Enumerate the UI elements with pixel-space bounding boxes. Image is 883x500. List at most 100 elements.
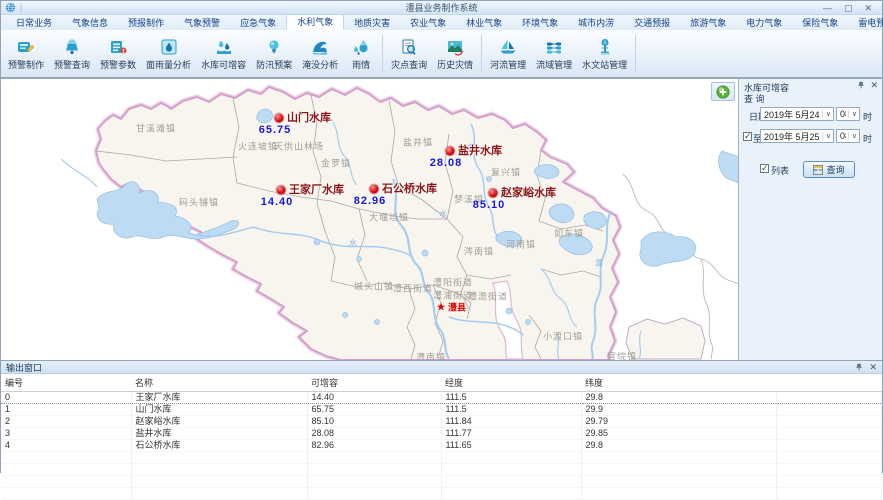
- map-viewport[interactable]: 甘溪滩镇码头铺镇火连坡镇天供山林场金罗镇盐井镇复兴镇梦溪镇大堰垱镇涔南镇城头山镇…: [1, 79, 739, 360]
- table-row[interactable]: 0王家厂水库14.40111.529.8: [1, 392, 882, 404]
- table-cell-empty: [581, 476, 776, 488]
- toolbar-button-warn-query[interactable]: 预警查询: [49, 31, 95, 76]
- toolbar-button-warn-make[interactable]: 预警制作: [3, 31, 49, 76]
- table-row[interactable]: 2赵家峪水库85.10111.8429.79: [1, 416, 882, 428]
- reservoir-value-label: 82.96: [354, 195, 387, 207]
- list-checkbox[interactable]: ✓: [760, 164, 769, 173]
- flood-plan-icon: [264, 37, 284, 57]
- table-cell-filler: [776, 440, 882, 452]
- toolbar-button-river-mgmt[interactable]: 河流管理: [485, 31, 531, 76]
- town-label: 天供山林场: [274, 140, 324, 153]
- table-cell-empty: [441, 476, 581, 488]
- results-table: 编号名称可增容经度纬度 0王家厂水库14.40111.529.81山门水库65.…: [1, 374, 882, 500]
- date-from-dropdown[interactable]: 2019年 5月24日 ∨: [760, 107, 834, 121]
- table-column-header: 名称: [131, 374, 307, 392]
- menu-tab[interactable]: 日常业务: [6, 14, 62, 30]
- menu-tab[interactable]: 气象信息: [62, 14, 118, 30]
- toolbar-button-rain-info[interactable]: 雨情: [343, 31, 379, 76]
- toolbar-button-rain-analysis[interactable]: 面雨量分析: [141, 31, 196, 76]
- reservoir-marker[interactable]: [446, 147, 455, 156]
- menu-tab[interactable]: 气象预警: [174, 14, 230, 30]
- minimize-icon[interactable]: —: [823, 2, 832, 14]
- table-cell: 111.77: [441, 428, 581, 440]
- toolbar-button-warn-params[interactable]: 预警参数: [95, 31, 141, 76]
- to-checkbox[interactable]: ✓: [743, 132, 752, 141]
- titlebar: | 澧县业务制作系统 — ▢ ✕: [1, 1, 882, 15]
- toolbar-button-label: 预警参数: [100, 58, 136, 71]
- toolbar-group-separator: [481, 35, 482, 72]
- chevron-down-icon: ∨: [822, 110, 832, 118]
- table-cell-filler: [776, 392, 882, 404]
- menu-tab[interactable]: 应急气象: [230, 14, 286, 30]
- table-row[interactable]: 4石公桥水库82.96111.6529.8: [1, 440, 882, 452]
- town-label: 澧南镇: [416, 351, 446, 361]
- output-close-icon[interactable]: ✕: [869, 363, 877, 371]
- warn-params-icon: [108, 37, 128, 57]
- menu-tab[interactable]: 环境气象: [512, 14, 568, 30]
- menu-tab[interactable]: 预报制作: [118, 14, 174, 30]
- hydro-station-icon: [595, 37, 615, 57]
- toolbar-button-label: 河流管理: [490, 58, 526, 71]
- map-add-button[interactable]: [711, 82, 735, 101]
- table-cell-empty: [307, 488, 441, 500]
- table-row[interactable]: 3盐井水库28.08111.7729.85: [1, 428, 882, 440]
- close-icon[interactable]: ✕: [864, 2, 872, 14]
- toolbar-button-label: 水库可增容: [201, 58, 246, 71]
- toolbar-button-label: 历史灾情: [437, 58, 473, 71]
- menu-tab[interactable]: 林业气象: [456, 14, 512, 30]
- table-column-header: 纬度: [581, 374, 776, 392]
- reservoir-value-label: 85.10: [473, 199, 506, 211]
- table-column-header-filler: [776, 374, 882, 392]
- menu-tab[interactable]: 雷电预警: [848, 14, 883, 30]
- table-cell: 28.08: [307, 428, 441, 440]
- toolbar-button-label: 雨情: [352, 58, 370, 71]
- reservoir-marker[interactable]: [489, 189, 498, 198]
- table-cell-empty: [131, 476, 307, 488]
- table-cell: 29.9: [581, 404, 776, 416]
- hour-from-dropdown[interactable]: 08 ∨: [836, 107, 860, 121]
- county-seat-label: 澧县: [448, 301, 466, 314]
- menu-tab[interactable]: 交通预报: [624, 14, 680, 30]
- toolbar-button-disaster-search[interactable]: 灾点查询: [386, 31, 432, 76]
- toolbar-button-reservoir-cap[interactable]: 水库可增容: [196, 31, 251, 76]
- query-button[interactable]: 查询: [803, 161, 855, 178]
- toolbar-button-disaster-history[interactable]: 历史灾情: [432, 31, 478, 76]
- toolbar-button-inundation[interactable]: 淹没分析: [297, 31, 343, 76]
- river-name-label: 水: [439, 209, 447, 220]
- menu-tab[interactable]: 保险气象: [792, 14, 848, 30]
- toolbar: 预警制作预警查询预警参数面雨量分析水库可增容防汛预案淹没分析雨情 灾点查询历史灾情…: [1, 30, 882, 79]
- menu-tab[interactable]: 地质灾害: [344, 14, 400, 30]
- chevron-down-icon: ∨: [848, 110, 858, 118]
- panel-close-icon[interactable]: ✕: [870, 81, 878, 89]
- table-cell-empty: [131, 488, 307, 500]
- toolbar-button-label: 灾点查询: [391, 58, 427, 71]
- output-window-header: 输出窗口 ✕: [1, 361, 882, 374]
- river-name-label: 水: [349, 238, 357, 249]
- pushpin-icon[interactable]: [857, 81, 865, 89]
- town-label: 澧阳街道: [433, 276, 473, 289]
- reservoir-marker[interactable]: [277, 186, 286, 195]
- table-cell: 85.10: [307, 416, 441, 428]
- date-to-row: ✓ 至 2019年 5月25日 ∨ 08 ∨ 时: [739, 129, 882, 145]
- toolbar-button-basin-mgmt[interactable]: 流域管理: [531, 31, 577, 76]
- menu-tab[interactable]: 农业气象: [400, 14, 456, 30]
- table-cell: 14.40: [307, 392, 441, 404]
- table-cell: 65.75: [307, 404, 441, 416]
- date-to-dropdown[interactable]: 2019年 5月25日 ∨: [760, 129, 834, 143]
- pushpin-icon[interactable]: [855, 363, 863, 371]
- toolbar-button-label: 预警制作: [8, 58, 44, 71]
- menu-tab[interactable]: 城市内涝: [568, 14, 624, 30]
- menu-tab[interactable]: 电力气象: [736, 14, 792, 30]
- warn-query-icon: [62, 37, 82, 57]
- query-button-label: 查询: [826, 163, 844, 176]
- hour-to-dropdown[interactable]: 08 ∨: [836, 129, 860, 143]
- reservoir-marker[interactable]: [370, 185, 379, 194]
- town-label: 盐井镇: [403, 136, 433, 149]
- reservoir-marker[interactable]: [275, 114, 284, 123]
- toolbar-button-hydro-station[interactable]: 水文站管理: [577, 31, 632, 76]
- toolbar-button-flood-plan[interactable]: 防汛预案: [251, 31, 297, 76]
- menu-tab[interactable]: 旅游气象: [680, 14, 736, 30]
- maximize-icon[interactable]: ▢: [844, 2, 853, 14]
- table-row[interactable]: 1山门水库65.75111.529.9: [1, 404, 882, 416]
- table-cell: 111.65: [441, 440, 581, 452]
